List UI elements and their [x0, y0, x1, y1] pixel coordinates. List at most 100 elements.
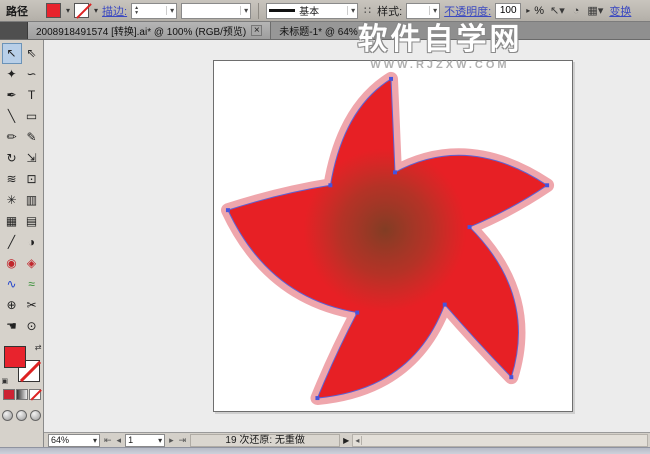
transform-panel-link[interactable]: 变换 [609, 3, 631, 19]
fill-stroke-widget: ⇄ ▣ [2, 343, 42, 385]
gradient-mode-button[interactable] [15, 389, 28, 400]
fullscreen-menu-mode-button[interactable] [16, 410, 27, 421]
document-tab-label: 2008918491574 [转换].ai* @ 100% (RGB/预览) [36, 27, 247, 38]
artboard-dropdown-icon[interactable]: ▾ [158, 436, 162, 445]
illustrator-window: 路径 ▾ ▾ 描边: ▲▼ ▾ ▾ 基本 ▾ ∷ 样式: ▾ 不透明度: ▸ %… [0, 0, 650, 454]
slice-tool[interactable]: ✂ [22, 295, 42, 316]
tool-palette: ↖ ⇖ ✦ ∽ ✒ T ╲ ▭ ✏ ✎ ↻ ⇲ ≋ ⊡ ✳ ▥ ▦ ▤ ╱ ◑ [0, 40, 44, 447]
recolor-artwork-icon[interactable]: ◔ [571, 5, 582, 17]
live-paint-bucket-tool[interactable]: ◉ [2, 253, 22, 274]
star-artwork [220, 71, 555, 406]
stroke-weight-spinner-icon[interactable]: ▲ ▼ [134, 5, 139, 16]
stroke-weight-dropdown-icon[interactable]: ▾ [166, 6, 174, 15]
symbol-sprayer-tool[interactable]: ✳ [2, 190, 22, 211]
graph-tool[interactable]: ▥ [22, 190, 42, 211]
artboard-number-value: 1 [128, 435, 134, 445]
fullscreen-mode-button[interactable] [30, 410, 41, 421]
screen-mode-buttons [2, 410, 41, 421]
blend-tool[interactable]: ◑ [22, 232, 42, 253]
pencil-tool[interactable]: ✎ [22, 127, 42, 148]
zoom-dropdown-icon[interactable]: ▾ [93, 436, 97, 445]
scale-tool[interactable]: ⇲ [22, 148, 42, 169]
live-trace-tool[interactable]: ∿ [2, 274, 22, 295]
opacity-dropdown-icon[interactable]: ▸ [526, 6, 530, 15]
stroke-weight-combo[interactable]: ▲ ▼ ▾ [131, 2, 178, 19]
brush-definition-value: 基本 [299, 7, 320, 18]
smooth-tool[interactable]: ≈ [22, 274, 42, 295]
next-artboard-icon[interactable]: ▸ [168, 435, 175, 446]
rectangle-tool[interactable]: ▭ [22, 106, 42, 127]
magic-wand-tool[interactable]: ✦ [2, 64, 22, 85]
zoom-level-value: 64% [51, 435, 70, 445]
type-tool[interactable]: T [22, 85, 42, 106]
opacity-unit-label: % [534, 4, 545, 17]
document-tab-inactive[interactable]: 未标题-1* @ 64% [271, 22, 367, 39]
divider [258, 2, 260, 19]
line-tool[interactable]: ╲ [2, 106, 22, 127]
stroke-color-swatch[interactable] [74, 3, 90, 18]
pen-tool[interactable]: ✒ [2, 85, 22, 106]
brush-stroke-preview-icon [269, 9, 296, 12]
zoom-tool[interactable]: ⊙ [22, 316, 42, 337]
first-artboard-icon[interactable]: ⇤ [103, 435, 113, 446]
swap-fill-stroke-icon[interactable]: ⇄ [35, 343, 42, 352]
color-mode-button[interactable] [2, 389, 15, 400]
eyedropper-tool[interactable]: ╱ [2, 232, 22, 253]
canvas-column: 64% ▾ ⇤ ◂ 1 ▾ ▸ ⇥ 19 次还原: 无重做 ▶ ◂ [44, 40, 650, 447]
last-artboard-icon[interactable]: ⇥ [178, 435, 188, 446]
transparency-grid-icon[interactable]: ▦▾ [585, 4, 605, 17]
selection-type-label: 路径 [6, 5, 28, 18]
panel-tab-nub [0, 22, 28, 39]
width-profile-combo[interactable]: ▾ [181, 2, 252, 19]
previous-artboard-icon[interactable]: ◂ [116, 435, 123, 446]
horizontal-scrollbar[interactable]: ◂ [352, 433, 648, 447]
normal-screen-mode-button[interactable] [2, 410, 13, 421]
history-status: 19 次还原: 无重做 [190, 433, 341, 447]
status-flyout-icon[interactable]: ▶ [343, 436, 349, 445]
document-tab-bar: 2008918491574 [转换].ai* @ 100% (RGB/预览) ×… [0, 22, 650, 40]
paint-mode-buttons [2, 389, 41, 400]
warp-tool[interactable]: ≋ [2, 169, 22, 190]
zoom-level-combo[interactable]: 64% ▾ [48, 433, 100, 447]
brush-dropdown-icon[interactable]: ▾ [347, 6, 355, 15]
fill-dropdown-icon[interactable]: ▾ [66, 6, 70, 15]
mesh-tool[interactable]: ▦ [2, 211, 22, 232]
status-bar: 64% ▾ ⇤ ◂ 1 ▾ ▸ ⇥ 19 次还原: 无重做 ▶ ◂ [44, 432, 650, 447]
tool-grid: ↖ ⇖ ✦ ∽ ✒ T ╲ ▭ ✏ ✎ ↻ ⇲ ≋ ⊡ ✳ ▥ ▦ ▤ ╱ ◑ [1, 43, 42, 337]
rotate-tool[interactable]: ↻ [2, 148, 22, 169]
select-similar-icon[interactable]: ↖▾ [548, 4, 567, 17]
none-mode-button[interactable] [28, 389, 41, 400]
document-tab-active[interactable]: 2008918491574 [转换].ai* @ 100% (RGB/预览) × [28, 22, 272, 39]
hand-tool[interactable]: ☚ [2, 316, 22, 337]
brush-definition-combo[interactable]: 基本 ▾ [266, 2, 359, 19]
stroke-panel-link[interactable]: 描边: [102, 3, 127, 19]
style-label: 样式: [377, 5, 403, 18]
brush-options-icon[interactable]: ∷ [362, 4, 373, 17]
fill-color-swatch[interactable] [46, 3, 61, 18]
selection-tool[interactable]: ↖ [1, 43, 22, 64]
scroll-left-icon[interactable]: ◂ [353, 435, 363, 445]
lasso-tool[interactable]: ∽ [22, 64, 42, 85]
control-bar: 路径 ▾ ▾ 描边: ▲▼ ▾ ▾ 基本 ▾ ∷ 样式: ▾ 不透明度: ▸ %… [0, 0, 650, 22]
artboard[interactable] [213, 60, 573, 412]
main-area: ↖ ⇖ ✦ ∽ ✒ T ╲ ▭ ✏ ✎ ↻ ⇲ ≋ ⊡ ✳ ▥ ▦ ▤ ╱ ◑ [0, 40, 650, 447]
crop-area-tool[interactable]: ⊕ [2, 295, 22, 316]
paintbrush-tool[interactable]: ✏ [2, 127, 22, 148]
live-paint-selection-tool[interactable]: ◈ [22, 253, 42, 274]
style-dropdown-icon[interactable]: ▾ [429, 6, 437, 15]
opacity-panel-link[interactable]: 不透明度: [444, 3, 491, 19]
opacity-input[interactable] [495, 2, 522, 19]
fill-color-box[interactable] [3, 346, 26, 368]
stroke-dropdown-icon[interactable]: ▾ [94, 6, 98, 15]
artboard-number-combo[interactable]: 1 ▾ [125, 433, 166, 447]
direct-selection-tool[interactable]: ⇖ [22, 43, 42, 64]
gradient-tool[interactable]: ▤ [22, 211, 42, 232]
window-bottom-edge [0, 447, 650, 454]
graphic-style-combo[interactable]: ▾ [406, 2, 441, 19]
default-fill-stroke-icon[interactable]: ▣ [2, 377, 9, 385]
width-profile-dropdown-icon[interactable]: ▾ [240, 6, 248, 15]
tab-close-icon[interactable]: × [251, 25, 263, 36]
free-transform-tool[interactable]: ⊡ [22, 169, 42, 190]
document-tab-label: 未标题-1* @ 64% [279, 27, 358, 38]
canvas[interactable] [44, 40, 650, 432]
